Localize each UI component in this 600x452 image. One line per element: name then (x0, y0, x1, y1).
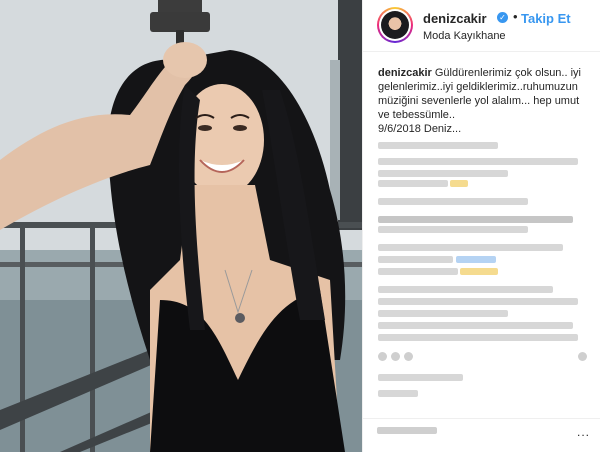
blurred-comment (378, 216, 573, 223)
post-header: denizcakir ✓ • Takip Et Moda Kayıkhane (363, 0, 600, 52)
blurred-emoji (450, 180, 468, 187)
blurred-emoji (460, 268, 498, 275)
blurred-comment (378, 310, 508, 317)
blurred-comment (378, 158, 578, 165)
post-photo[interactable] (0, 0, 362, 452)
blurred-comment (378, 298, 578, 305)
blurred-icon (378, 352, 387, 361)
blurred-likes (378, 374, 463, 381)
blurred-comment (378, 180, 448, 187)
post-caption: denizcakir Güldürenlerimiz çok olsun.. i… (378, 66, 590, 136)
header-username[interactable]: denizcakir (423, 11, 487, 26)
blurred-mention (456, 256, 496, 263)
blurred-comment (378, 142, 498, 149)
caption-date: 9/6/2018 Deniz... (378, 123, 462, 135)
blurred-comment (378, 244, 563, 251)
blurred-icon (391, 352, 400, 361)
caption-username[interactable]: denizcakir (378, 67, 432, 79)
add-comment-input[interactable] (377, 427, 437, 434)
comments-list (378, 140, 590, 420)
blurred-comment (378, 256, 453, 263)
more-options-icon[interactable]: ... (577, 425, 590, 439)
blurred-comment (378, 334, 578, 341)
verified-badge-icon: ✓ (497, 12, 508, 23)
blurred-timestamp (378, 390, 418, 397)
avatar-image (381, 11, 409, 39)
comment-bar: ... (363, 418, 600, 452)
location-link[interactable]: Moda Kayıkhane (423, 30, 506, 42)
avatar[interactable] (377, 7, 413, 43)
blurred-comment (378, 198, 528, 205)
blurred-comment (378, 286, 553, 293)
blurred-icon (404, 352, 413, 361)
follow-button[interactable]: Takip Et (521, 11, 571, 26)
blurred-icon (578, 352, 587, 361)
blurred-comment (378, 170, 508, 177)
photo-divider (362, 0, 363, 452)
portrait-image (0, 0, 362, 452)
header-separator: • (513, 9, 518, 24)
blurred-comment (378, 268, 458, 275)
blurred-comment (378, 322, 573, 329)
blurred-comment (378, 226, 528, 233)
